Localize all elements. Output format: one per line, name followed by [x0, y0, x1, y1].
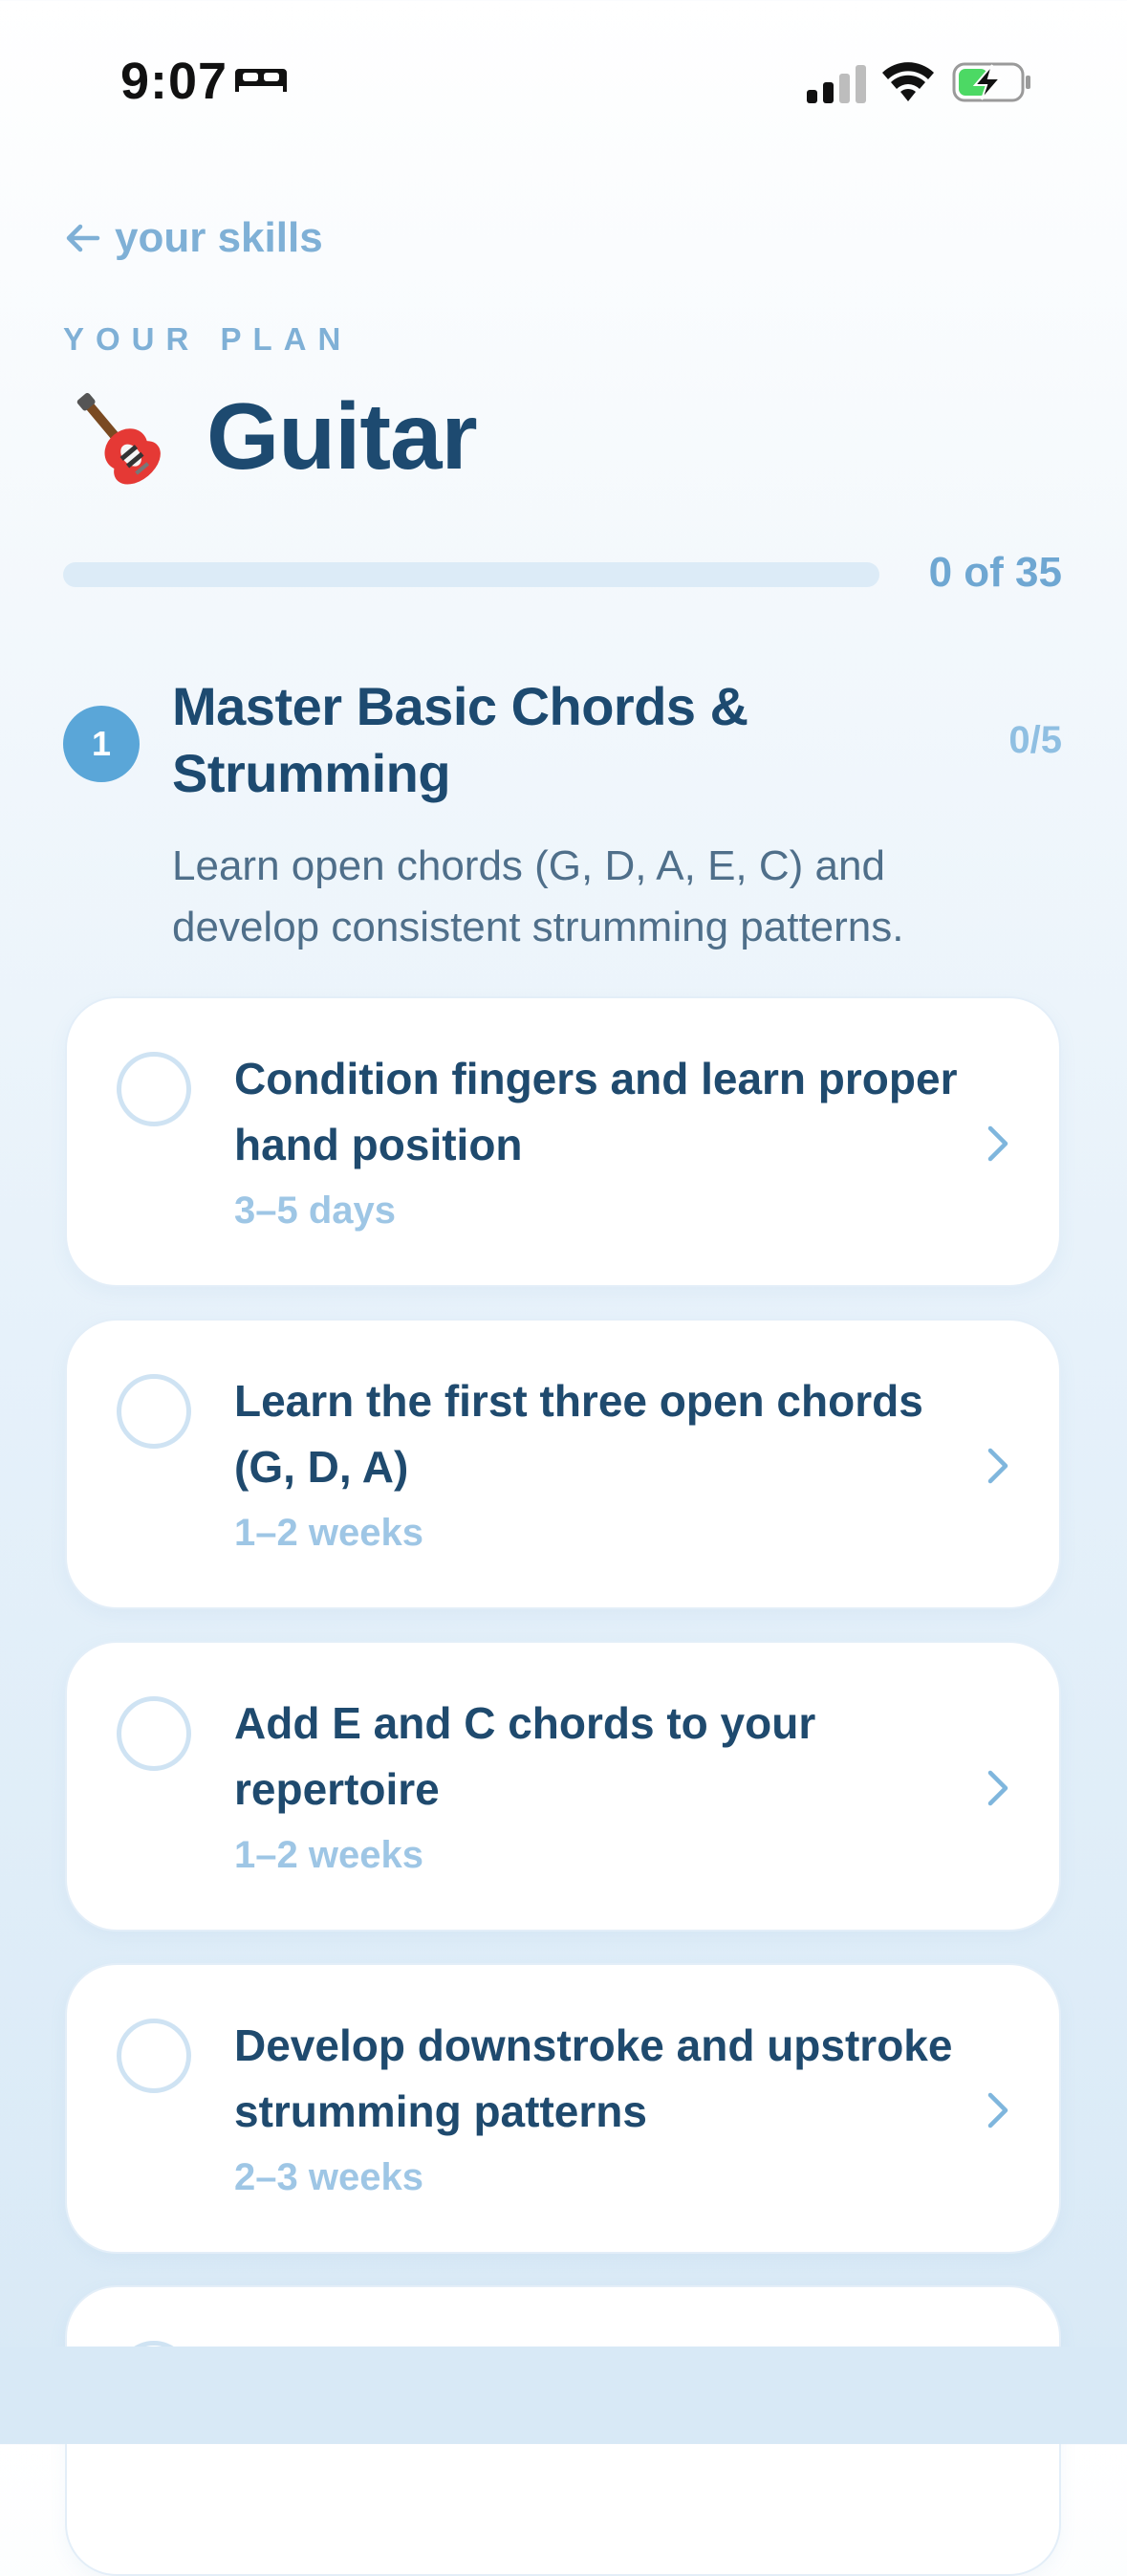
plan-progress-bar	[63, 562, 879, 587]
step-complete-checkbox[interactable]	[117, 1374, 191, 1449]
step-duration: 2–3 weeks	[234, 2156, 423, 2198]
chevron-right-icon	[987, 1125, 1008, 1162]
step-duration: 1–2 weeks	[234, 1512, 423, 1554]
chevron-right-icon	[987, 1448, 1008, 1484]
plan-eyebrow: YOUR PLAN	[63, 321, 353, 357]
cellular-signal-icon	[807, 65, 866, 103]
arrow-left-icon	[66, 224, 100, 252]
back-link-label: your skills	[115, 214, 323, 261]
step-complete-checkbox[interactable]	[117, 1052, 191, 1126]
page-title: Guitar	[206, 383, 478, 489]
step-title: Add E and C chords to your repertoire	[234, 1698, 816, 1814]
battery-charging-icon	[952, 62, 1030, 102]
phase-description: Learn open chords (G, D, A, E, C) and de…	[172, 842, 904, 950]
step-complete-checkbox[interactable]	[117, 1696, 191, 1771]
step-duration: 1–2 weeks	[234, 1834, 423, 1876]
chevron-right-icon	[987, 1770, 1008, 1806]
step-card[interactable]: Learn the first three open chords (G, D,…	[65, 1319, 1061, 1609]
bottom-fade-overlay	[0, 2347, 1127, 2444]
step-card[interactable]: Add E and C chords to your repertoire 1–…	[65, 1641, 1061, 1932]
step-title: Condition fingers and learn proper hand …	[234, 1054, 958, 1169]
step-card[interactable]: Condition fingers and learn proper hand …	[65, 996, 1061, 1287]
status-bar: 9:07	[0, 0, 1127, 163]
guitar-icon	[76, 392, 161, 484]
phase-step-count: 0/5	[1008, 719, 1062, 761]
plan-progress-text: 0 of 35	[928, 549, 1062, 596]
title-row: Guitar	[63, 382, 478, 491]
step-title: Develop downstroke and upstroke strummin…	[234, 2020, 953, 2136]
wifi-icon	[882, 62, 934, 101]
back-to-skills-link[interactable]: your skills	[63, 214, 323, 262]
step-title: Learn the first three open chords (G, D,…	[234, 1376, 923, 1492]
step-duration: 3–5 days	[234, 1190, 397, 1232]
phase-number-badge: 1	[63, 706, 140, 782]
status-time: 9:07	[120, 53, 228, 110]
step-card[interactable]: Develop downstroke and upstroke strummin…	[65, 1963, 1061, 2254]
sleep-focus-icon	[235, 69, 287, 92]
phase-title: Master Basic Chords & Strumming	[172, 676, 748, 803]
chevron-right-icon	[987, 2092, 1008, 2128]
step-complete-checkbox[interactable]	[117, 2019, 191, 2093]
